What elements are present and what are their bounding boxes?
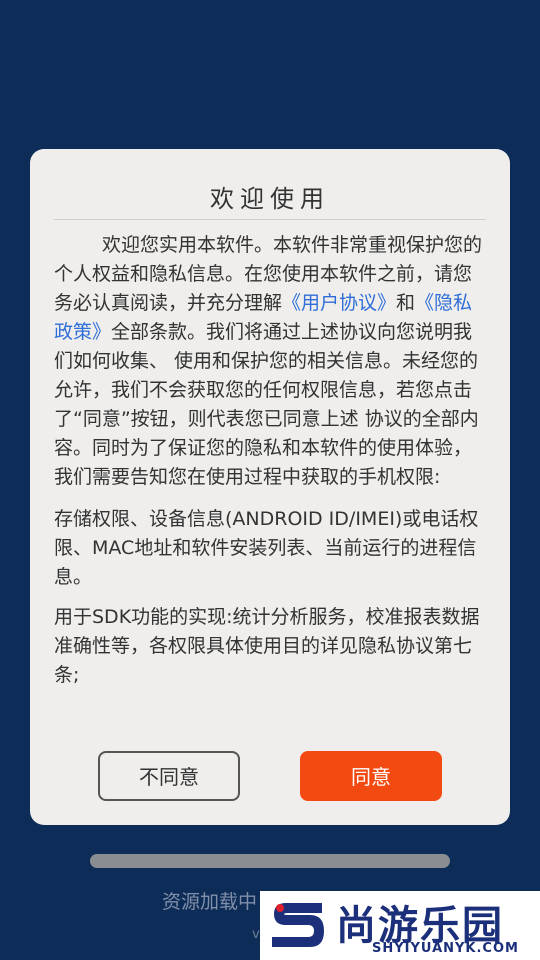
watermark-subtitle: SHYIYUANYK.COM bbox=[372, 941, 519, 956]
version-text: v bbox=[252, 927, 260, 942]
watermark: 尚游乐园 SHYIYUANYK.COM bbox=[260, 891, 540, 960]
title-divider bbox=[54, 219, 486, 220]
disagree-button[interactable]: 不同意 bbox=[98, 751, 240, 801]
consent-text-and: 和 bbox=[396, 292, 416, 314]
user-agreement-link[interactable]: 《用户协议》 bbox=[282, 292, 396, 314]
consent-text-b: 全部条款。我们将通过上述协议向您说明我们如何收集、 使用和保护您的相关信息。未经… bbox=[54, 321, 479, 488]
dialog-title: 欢迎使用 bbox=[210, 185, 330, 213]
dialog-body: 欢迎您实用本软件。本软件非常重视保护您的个人权益和隐私信息。在您使用本软件之前，… bbox=[54, 231, 488, 690]
loading-text: 资源加载中 bbox=[162, 891, 258, 913]
agree-button[interactable]: 同意 bbox=[300, 751, 442, 801]
watermark-logo-icon bbox=[272, 903, 324, 947]
loading-progress-bar bbox=[90, 854, 450, 868]
consent-dialog: 欢迎使用 欢迎您实用本软件。本软件非常重视保护您的个人权益和隐私信息。在您使用本… bbox=[30, 149, 510, 825]
sdk-paragraph: 用于SDK功能的实现:统计分析服务，校准报表数据准确性等，各权限具体使用目的详见… bbox=[54, 606, 480, 686]
consent-paragraph-1: 欢迎您实用本软件。本软件非常重视保护您的个人权益和隐私信息。在您使用本软件之前，… bbox=[54, 231, 488, 492]
permissions-paragraph: 存储权限、设备信息(ANDROID ID/IMEI)或电话权限、MAC地址和软件… bbox=[54, 508, 479, 588]
